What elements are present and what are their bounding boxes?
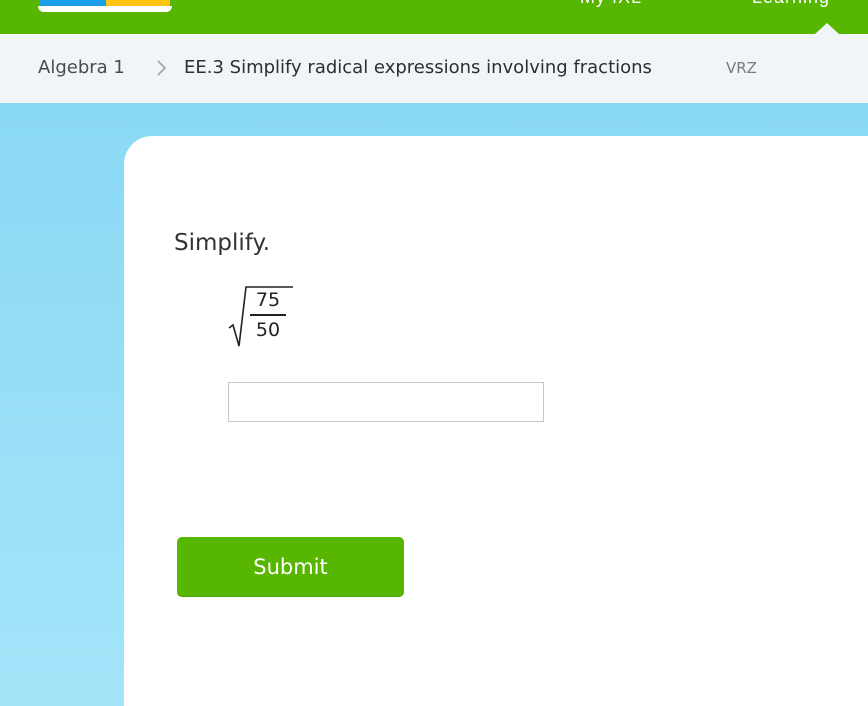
breadcrumb-skill: EE.3 Simplify radical expressions involv… <box>184 57 652 78</box>
answer-input[interactable] <box>228 382 544 422</box>
top-navigation-bar: My IXL Learning <box>0 0 868 34</box>
chevron-right-icon <box>152 58 172 78</box>
nav-link-learning[interactable]: Learning <box>752 0 830 8</box>
radical-expression: 75 50 <box>227 286 297 352</box>
fraction-bar <box>250 314 286 316</box>
fraction-numerator: 75 <box>255 289 281 311</box>
breadcrumb: Algebra 1 EE.3 Simplify radical expressi… <box>0 34 868 103</box>
active-nav-pointer <box>815 23 839 34</box>
question-instruction: Simplify. <box>174 230 271 256</box>
question-card: Simplify. 75 50 Submit <box>124 136 868 706</box>
nav-link-my-ixl[interactable]: My IXL <box>580 0 642 8</box>
breadcrumb-subject[interactable]: Algebra 1 <box>38 57 125 78</box>
submit-button[interactable]: Submit <box>177 537 404 596</box>
skill-code: VRZ <box>726 59 757 77</box>
fraction-denominator: 50 <box>255 319 281 341</box>
ixl-logo-edge <box>38 6 172 12</box>
